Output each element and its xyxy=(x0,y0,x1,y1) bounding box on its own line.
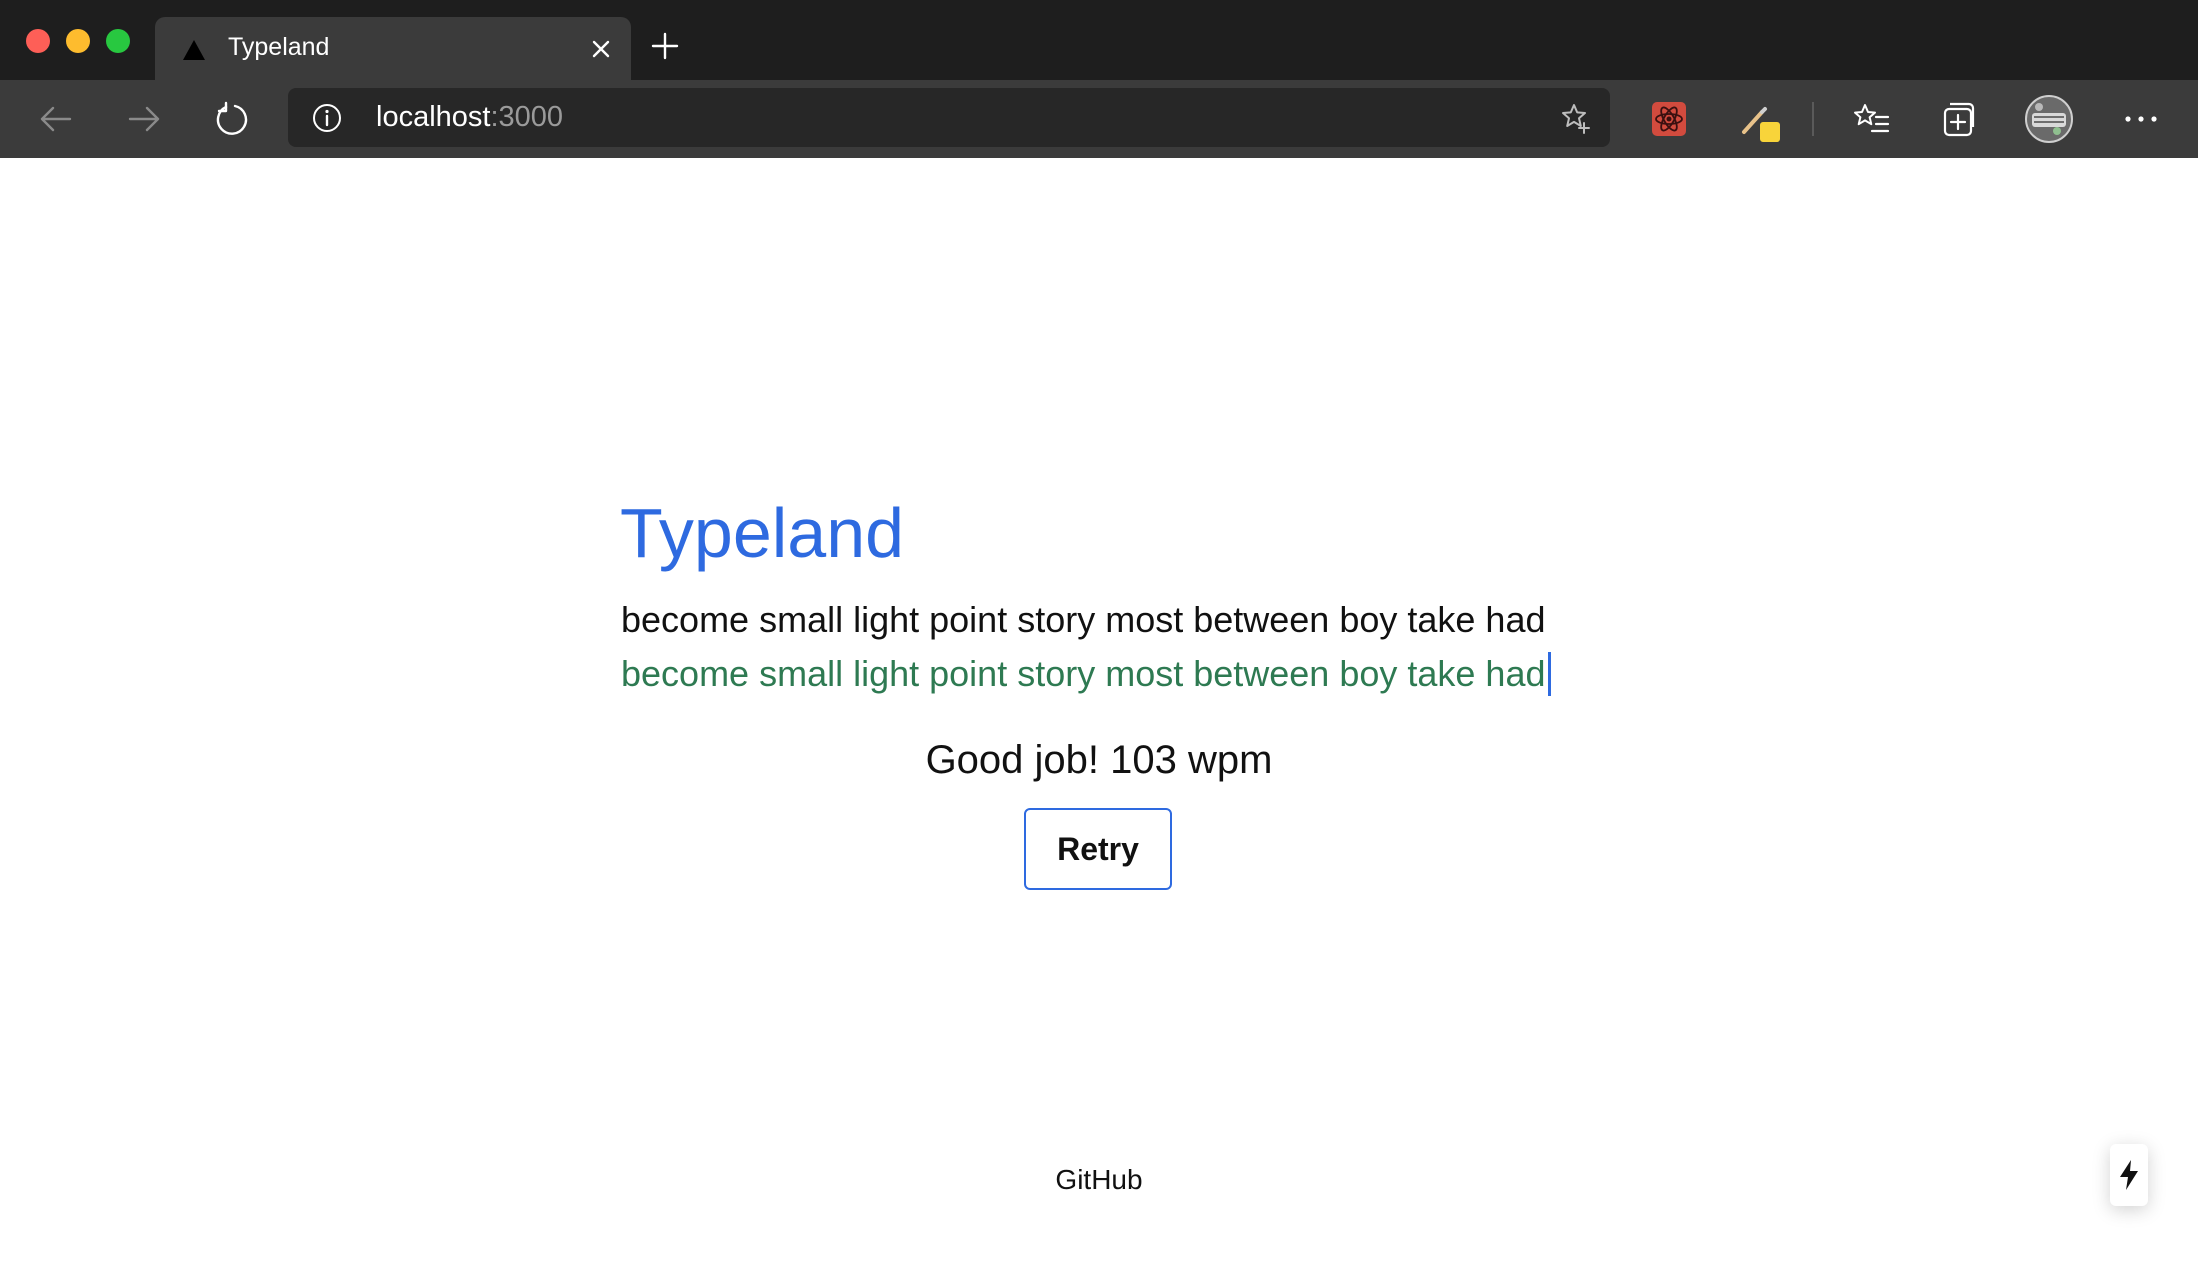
reload-icon[interactable] xyxy=(213,101,249,137)
collections-icon[interactable] xyxy=(1941,100,1977,138)
more-icon[interactable] xyxy=(2124,114,2158,124)
star-plus-icon[interactable] xyxy=(1560,102,1592,134)
arrow-left-icon[interactable] xyxy=(38,101,74,137)
dev-indicator[interactable] xyxy=(2110,1144,2148,1206)
url-host: localhost xyxy=(376,101,491,133)
pen-sticky-icon[interactable] xyxy=(1740,102,1780,142)
github-link-label[interactable]: GitHub xyxy=(1055,1164,1142,1195)
browser-tab-strip: Typeland xyxy=(0,0,2198,80)
new-tab-icon[interactable] xyxy=(650,31,680,61)
toolbar-separator xyxy=(1812,102,1814,136)
close-icon[interactable] xyxy=(589,37,613,61)
address-bar[interactable]: localhost:3000 xyxy=(288,88,1610,147)
url-text: localhost:3000 xyxy=(376,101,563,134)
lightning-icon xyxy=(2120,1160,2138,1190)
typed-text: become small light point story most betw… xyxy=(621,653,1546,694)
close-window-button[interactable] xyxy=(26,29,50,53)
arrow-right-icon[interactable] xyxy=(126,101,162,137)
info-icon[interactable] xyxy=(312,103,342,133)
page-title: Typeland xyxy=(620,494,905,572)
target-text: become small light point story most betw… xyxy=(621,599,1546,640)
maximize-window-button[interactable] xyxy=(106,29,130,53)
avatar[interactable] xyxy=(2024,95,2074,143)
page-content: Typeland become small light point story … xyxy=(0,158,2198,1266)
text-caret xyxy=(1547,652,1551,696)
result-message: Good job! 103 wpm xyxy=(925,738,1273,782)
retry-button[interactable]: Retry xyxy=(1024,808,1172,890)
browser-toolbar: localhost:3000 xyxy=(0,80,2198,159)
minimize-window-button[interactable] xyxy=(66,29,90,53)
react-devtools-icon[interactable] xyxy=(1651,101,1687,137)
favorites-list-icon[interactable] xyxy=(1852,101,1890,137)
typing-input[interactable]: become small light point story most betw… xyxy=(621,652,1551,696)
tab-title: Typeland xyxy=(228,33,330,61)
tab-typeland[interactable]: Typeland xyxy=(155,17,631,80)
triangle-favicon-icon xyxy=(183,40,205,60)
url-port: :3000 xyxy=(490,101,564,133)
github-link[interactable]: GitHub xyxy=(0,1164,2198,1196)
